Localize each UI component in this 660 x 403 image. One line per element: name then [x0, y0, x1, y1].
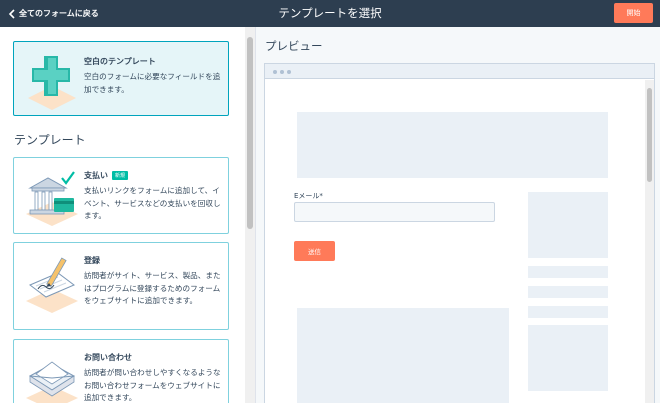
preview-browser-bar: [265, 64, 654, 79]
preview-submit-button: 送信: [294, 241, 335, 261]
browser-dot-icon: [280, 70, 284, 74]
browser-dot-icon: [273, 70, 277, 74]
blank-template-description: 空白のフォームに必要なフィールドを追加できます。: [84, 72, 221, 94]
preview-header-placeholder: [297, 112, 608, 178]
template-registration-description: 訪問者がサイト、サービス、製品、またはプログラムに登録するためのフォームをウェブ…: [84, 271, 221, 305]
left-scrollbar-thumb[interactable]: [247, 37, 253, 229]
blank-template-title: 空白のテンプレート: [84, 57, 156, 66]
blank-template-card[interactable]: 空白のテンプレート 空白のフォームに必要なフィールドを追加できます。: [13, 41, 229, 116]
template-contact-title: お問い合わせ: [84, 353, 132, 362]
preview-email-field: [294, 202, 495, 222]
preview-sidebar-line: [528, 286, 608, 298]
start-button[interactable]: 開始: [614, 3, 653, 23]
top-bar: 全てのフォームに戻る テンプレートを選択 開始: [0, 0, 660, 27]
preview-sidebar-line: [528, 266, 608, 278]
preview-email-label: Eメール*: [294, 192, 323, 200]
plus-cross-icon: [28, 56, 76, 110]
template-payment-description: 支払いリンクをフォームに追加して、イベント、サービスなどの支払いを回収します。: [84, 186, 221, 220]
page-title: テンプレートを選択: [278, 6, 382, 20]
browser-dot-icon: [287, 70, 291, 74]
preview-content-placeholder: [297, 308, 509, 403]
new-badge: 新規: [112, 171, 129, 180]
pen-registration-icon: [26, 257, 78, 313]
template-list-panel: 空白のテンプレート 空白のフォームに必要なフィールドを追加できます。 テンプレー…: [0, 27, 256, 403]
template-card-registration[interactable]: 登録 訪問者がサイト、サービス、製品、またはプログラムに登録するためのフォームを…: [13, 242, 229, 330]
preview-scrollbar-thumb[interactable]: [647, 88, 652, 182]
template-card-payment[interactable]: 支払い 新規 支払いリンクをフォームに追加して、イベント、サービスなどの支払いを回…: [13, 157, 229, 234]
preview-sidebar-placeholder: [528, 192, 608, 258]
template-registration-title: 登録: [84, 256, 100, 265]
template-payment-title-text: 支払い: [84, 171, 108, 180]
preview-sidebar-placeholder: [528, 325, 608, 391]
bank-payment-icon: [26, 171, 78, 226]
preview-frame: Eメール* 送信: [264, 63, 655, 403]
chevron-left-icon: [8, 8, 15, 19]
templates-heading: テンプレート: [14, 133, 86, 147]
back-label: 全てのフォームに戻る: [19, 9, 99, 18]
template-contact-description: 訪問者が問い合わせしやすくなるようなお問い合わせフォームをウェブサイトに追加でき…: [84, 368, 221, 402]
back-to-forms-link[interactable]: 全てのフォームに戻る: [8, 0, 99, 27]
preview-sidebar-line: [528, 306, 608, 318]
preview-heading: プレビュー: [265, 39, 323, 53]
template-card-contact[interactable]: お問い合わせ 訪問者が問い合わせしやすくなるようなお問い合わせフォームをウェブサ…: [13, 339, 229, 403]
template-payment-title: 支払い 新規: [84, 170, 129, 181]
envelope-contact-icon: [26, 361, 78, 403]
